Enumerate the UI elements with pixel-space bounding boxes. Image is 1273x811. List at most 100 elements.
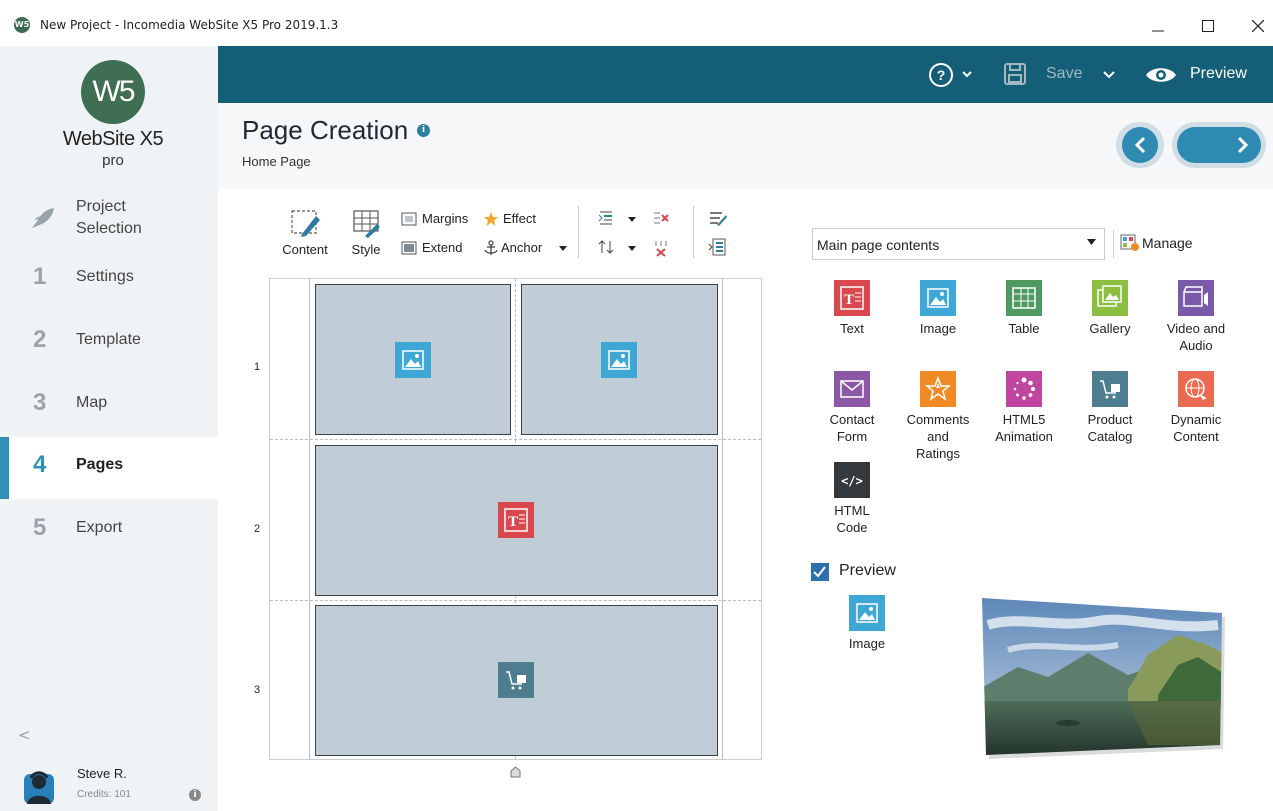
envelope-icon: [834, 371, 870, 407]
image-icon: [849, 595, 885, 631]
sidebar-item-settings[interactable]: 1 Settings: [0, 249, 218, 311]
cell-properties-button[interactable]: [708, 237, 728, 257]
margins-label: Margins: [422, 211, 469, 226]
object-html-code[interactable]: </> HTML Code: [807, 462, 897, 536]
help-glyph: ?: [937, 67, 946, 83]
logo-subtext: pro: [102, 152, 124, 169]
cart-icon: [1092, 371, 1128, 407]
image-icon: [395, 342, 431, 378]
sidebar-item-pages[interactable]: 4 Pages: [0, 437, 218, 499]
step-number: 5: [33, 514, 47, 541]
delete-column-button[interactable]: [652, 210, 670, 228]
toolbar-separator: [578, 206, 579, 258]
page-layout-grid[interactable]: 1 2 3 T: [254, 278, 762, 760]
preview-checkbox[interactable]: [811, 563, 829, 581]
move-row-button[interactable]: [598, 239, 638, 257]
active-indicator: [0, 437, 9, 499]
app-logo-icon: W5: [14, 17, 30, 33]
anchor-label: Anchor: [501, 240, 543, 255]
grid-cell-image[interactable]: [315, 284, 511, 435]
object-table[interactable]: Table: [979, 280, 1069, 337]
eye-icon: [1146, 68, 1176, 82]
row-number: 2: [254, 523, 261, 535]
object-label: HTML Code: [834, 503, 870, 535]
envelope-icon-graphic: [834, 371, 870, 407]
insert-row-button[interactable]: [598, 210, 638, 228]
collapse-sidebar-button[interactable]: <: [18, 726, 31, 744]
object-label: Product Catalog: [1087, 412, 1133, 444]
video-icon-graphic: [1178, 280, 1214, 316]
gallery-icon-graphic: [1092, 280, 1128, 316]
object-label: Dynamic Content: [1170, 412, 1222, 444]
save-label: Save: [1046, 65, 1083, 82]
back-button[interactable]: [1116, 122, 1164, 168]
chevron-down-icon: [1103, 71, 1115, 79]
image-icon: [601, 342, 637, 378]
insert-row-icon: [598, 211, 612, 225]
grid-resize-handle-icon[interactable]: [510, 766, 521, 778]
object-text[interactable]: T Text: [807, 280, 897, 337]
sidebar-item-export[interactable]: 5 Export: [0, 500, 218, 562]
close-button[interactable]: [1235, 10, 1273, 44]
cart-icon: [498, 662, 534, 698]
style-tool-button[interactable]: Style: [343, 208, 389, 262]
sidebar-item-map[interactable]: 3 Map: [0, 375, 218, 437]
minimize-button[interactable]: [1135, 10, 1181, 44]
info-icon[interactable]: i: [417, 124, 430, 137]
manage-label: Manage: [1142, 235, 1193, 251]
object-label: Text: [840, 321, 864, 336]
object-label: Gallery: [1089, 321, 1131, 336]
chevron-down-icon: [628, 246, 636, 251]
next-button-face: [1177, 127, 1261, 163]
select-value: Main page contents: [817, 237, 940, 253]
save-button[interactable]: Save: [1003, 60, 1115, 88]
sidebar-item-label: Export: [76, 519, 123, 536]
object-html5-animation[interactable]: HTML5 Animation: [979, 371, 1069, 445]
preview-selected-object: Image: [822, 595, 912, 652]
chevron-right-icon: [1237, 136, 1249, 154]
next-button[interactable]: [1172, 122, 1266, 168]
image-icon-graphic: [849, 595, 885, 631]
image-icon-graphic: [920, 280, 956, 316]
table-icon: [1006, 280, 1042, 316]
object-video-audio[interactable]: Video and Audio: [1151, 280, 1241, 354]
code-icon: </>: [834, 462, 870, 498]
video-icon: [1178, 280, 1214, 316]
row-number: 3: [254, 684, 261, 696]
object-gallery[interactable]: Gallery: [1065, 280, 1155, 337]
sidebar-item-template[interactable]: 2 Template: [0, 312, 218, 374]
object-comments-ratings[interactable]: Comments and Ratings: [893, 371, 983, 462]
logo-text: WebSite X5: [62, 128, 164, 150]
grid-cell-product-catalog[interactable]: [315, 605, 718, 756]
manage-button[interactable]: Manage: [1120, 232, 1200, 256]
sidebar-item-project-selection[interactable]: Project Selection: [0, 187, 218, 249]
sidebar-item-label: Pages: [76, 456, 124, 473]
object-product-catalog[interactable]: Product Catalog: [1065, 371, 1155, 445]
content-tool-label: Content: [282, 242, 328, 257]
object-label: Image: [848, 636, 886, 651]
info-icon[interactable]: i: [189, 789, 201, 801]
object-image[interactable]: Image: [893, 280, 983, 337]
text-icon: T: [834, 280, 870, 316]
anchor-button[interactable]: Anchor: [483, 239, 571, 257]
content-tool-button[interactable]: Content: [279, 208, 331, 262]
maximize-button[interactable]: [1185, 10, 1231, 44]
svg-text:T: T: [508, 514, 518, 530]
content-category-select[interactable]: Main page contents: [812, 228, 1105, 260]
object-label: Contact Form: [829, 412, 875, 444]
grid-cell-image[interactable]: [521, 284, 718, 435]
preview-button[interactable]: Preview: [1145, 60, 1255, 88]
user-name: Steve R.: [77, 766, 127, 781]
svg-text:T: T: [844, 292, 854, 308]
delete-row-button[interactable]: [652, 239, 670, 257]
object-contact-form[interactable]: Contact Form: [807, 371, 897, 445]
help-button[interactable]: ?: [928, 62, 976, 88]
cell-style-button[interactable]: [708, 209, 728, 227]
cell-properties-icon: [708, 238, 726, 256]
grid-margin-line: [722, 279, 723, 759]
object-dynamic-content[interactable]: Dynamic Content: [1151, 371, 1241, 445]
cell-style-icon: [710, 212, 727, 226]
grid-cell-text[interactable]: T: [315, 445, 718, 596]
code-glyph: </>: [841, 474, 863, 488]
effect-label: Effect: [503, 211, 537, 226]
